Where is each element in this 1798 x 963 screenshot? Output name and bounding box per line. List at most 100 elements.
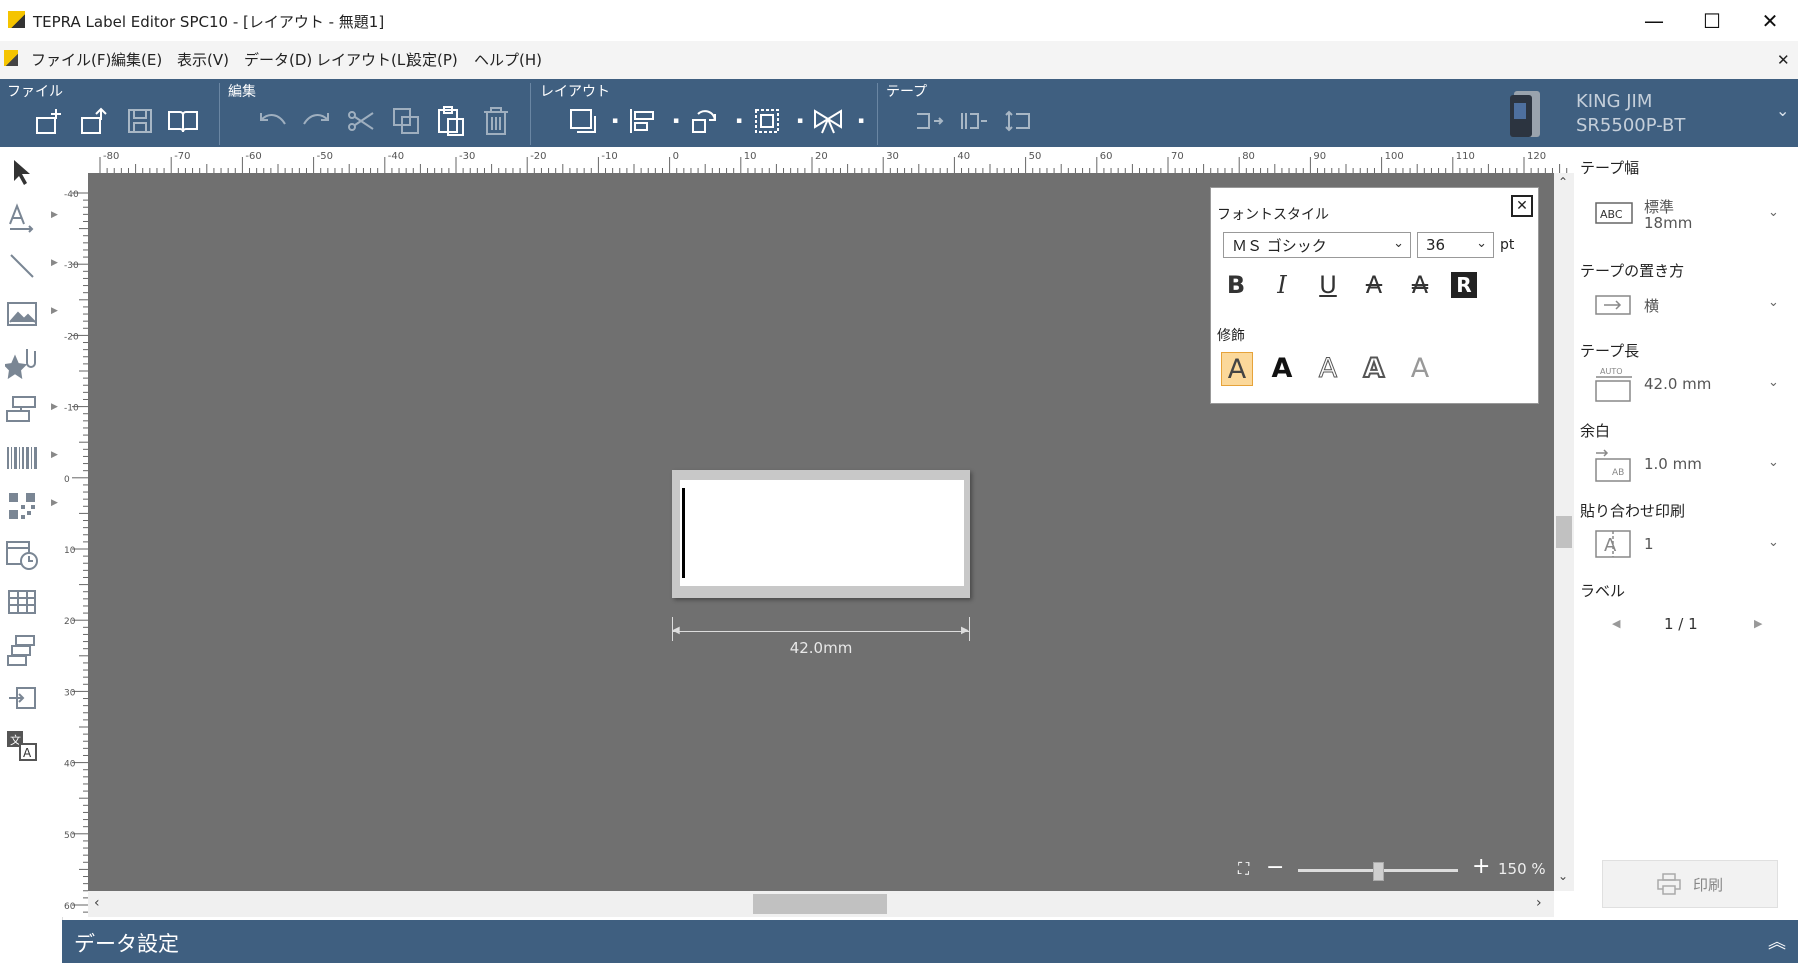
image-tool-icon[interactable] [2,294,42,334]
data-settings-bar[interactable]: データ設定 ︽ [62,920,1798,963]
scroll-down-icon[interactable]: ⌄ [1558,869,1568,883]
new-file-icon[interactable] [32,104,66,138]
next-label-icon[interactable]: ▶ [1754,617,1762,630]
tape-width-dropdown-icon[interactable]: ⌄ [1768,205,1779,220]
zoom-slider-thumb[interactable] [1373,862,1384,881]
save-icon[interactable] [123,104,157,138]
scroll-left-icon[interactable]: ‹ [94,895,100,911]
align-icon[interactable] [626,104,660,138]
paste-icon[interactable] [434,104,468,138]
serial-number-tool-icon[interactable] [2,630,42,670]
group-objects-icon[interactable] [750,104,784,138]
copy-icon[interactable] [389,104,423,138]
menu-settings[interactable]: 設定(P) [407,49,458,70]
close-button[interactable]: ✕ [1741,0,1798,41]
menu-view[interactable]: 表示(V) [177,49,229,70]
ruler-tick-label: 0 [673,151,679,162]
menu-layout[interactable]: レイアウト(L) [316,49,411,70]
redo-icon[interactable] [300,104,334,138]
translate-tool-icon[interactable]: 文A [2,726,42,766]
text-tool-icon[interactable] [2,198,42,238]
expand-panel-icon[interactable]: ︽ [1768,928,1786,954]
underline-button[interactable]: U [1313,270,1343,300]
decoration-double-outline-button[interactable]: A [1359,352,1389,385]
menu-data[interactable]: データ(D) [244,49,312,70]
cut-icon[interactable] [344,104,378,138]
maximize-button[interactable]: ☐ [1683,0,1741,41]
undo-icon[interactable] [255,104,289,138]
vertical-scrollbar[interactable]: ⌃ ⌄ [1554,173,1574,891]
font-size-unit: pt [1500,237,1515,253]
delete-icon[interactable] [479,104,513,138]
decoration-outline-button[interactable]: A [1313,352,1343,384]
group-label-file: ファイル [7,84,63,100]
device-dropdown-icon[interactable]: ⌄ [1776,101,1789,120]
strikethrough-button[interactable]: A [1359,270,1389,300]
zoom-out-button[interactable]: − [1266,855,1284,880]
tool-palette: ▶ ▶ ▶ ▶ ▶ ▶ 文A [0,147,63,963]
tape-cut-icon[interactable] [912,104,946,138]
scroll-right-icon[interactable]: › [1536,895,1542,911]
qr-tool-expand-icon[interactable]: ▶ [51,498,58,508]
svg-text:AB: AB [1612,468,1624,478]
joint-print-value: 1 [1644,535,1654,553]
rotate-icon[interactable] [688,104,722,138]
tape-orientation-dropdown-icon[interactable]: ⌄ [1768,295,1779,310]
import-tool-icon[interactable] [2,678,42,718]
joint-print-dropdown-icon[interactable]: ⌄ [1768,535,1779,550]
line-tool-expand-icon[interactable]: ▶ [51,258,58,268]
frame-tool-expand-icon[interactable]: ▶ [51,402,58,412]
open-file-icon[interactable] [77,104,111,138]
close-document-button[interactable]: ✕ [1777,51,1790,69]
line-tool-icon[interactable] [2,246,42,286]
svg-text:A: A [1604,535,1617,556]
zoom-in-button[interactable]: + [1472,854,1490,879]
frame-icon[interactable] [566,104,600,138]
horizontal-scrollbar[interactable]: ‹ › [88,891,1554,917]
print-button[interactable]: 印刷 [1602,860,1778,908]
date-time-tool-icon[interactable] [2,534,42,574]
barcode-tool-icon[interactable] [2,438,42,478]
fit-to-screen-icon[interactable]: ⛶ [1238,859,1249,879]
select-tool-icon[interactable] [2,152,42,192]
frame-dropdown-icon[interactable]: ▪ [612,116,618,126]
tape-length-dropdown-icon[interactable]: ⌄ [1768,375,1779,390]
text-tool-expand-icon[interactable]: ▶ [51,210,58,220]
group-label-edit: 編集 [228,84,256,100]
tape-length-icon[interactable] [1001,104,1035,138]
table-tool-icon[interactable] [2,582,42,622]
double-strikethrough-button[interactable]: A [1405,270,1435,300]
scroll-up-icon[interactable]: ⌃ [1558,175,1568,189]
font-panel-close-icon[interactable]: ✕ [1511,195,1533,217]
minimize-button[interactable]: — [1625,0,1683,41]
ribbon-decoration-icon[interactable] [811,104,845,138]
previous-label-icon[interactable]: ◀ [1612,617,1620,630]
decoration-bold-button[interactable]: A [1267,352,1297,384]
font-size-select[interactable]: 36 ⌄ [1417,232,1494,258]
label-print-area[interactable] [680,480,964,586]
margin-dropdown-icon[interactable]: ⌄ [1768,455,1779,470]
barcode-tool-expand-icon[interactable]: ▶ [51,450,58,460]
reverse-button[interactable]: R [1451,272,1477,298]
font-name-select[interactable]: ＭＳ ゴシック ⌄ [1223,232,1411,258]
group-dropdown-icon[interactable]: ▪ [797,116,803,126]
vertical-scroll-thumb[interactable] [1556,516,1572,548]
toolbar-separator [877,83,878,145]
tape-feed-icon[interactable] [957,104,991,138]
decoration-shadow-button[interactable]: A [1405,352,1435,384]
align-dropdown-icon[interactable]: ▪ [673,116,679,126]
rotate-dropdown-icon[interactable]: ▪ [736,116,742,126]
menu-help[interactable]: ヘルプ(H) [474,49,542,70]
frame-tool-icon[interactable] [2,390,42,430]
italic-button[interactable]: I [1267,270,1297,300]
qr-code-tool-icon[interactable] [2,486,42,526]
bold-button[interactable]: B [1221,270,1251,300]
clip-art-tool-icon[interactable] [2,342,42,382]
catalog-book-icon[interactable] [166,104,200,138]
menu-file[interactable]: ファイル(F) [31,49,111,70]
menu-edit[interactable]: 編集(E) [111,49,162,70]
horizontal-scroll-thumb[interactable] [753,894,887,914]
image-tool-expand-icon[interactable]: ▶ [51,306,58,316]
decoration-dropdown-icon[interactable]: ▪ [858,116,864,126]
decoration-normal-button[interactable]: A [1221,352,1253,386]
